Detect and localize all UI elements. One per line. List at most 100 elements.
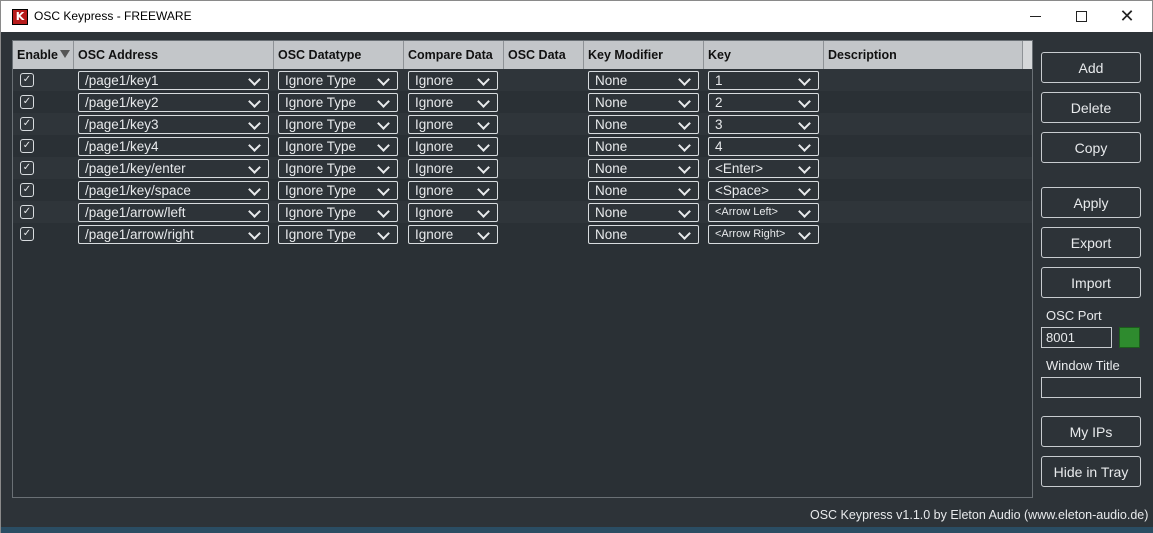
osc-address-dropdown[interactable]: /page1/key/enter xyxy=(78,159,269,178)
enable-checkbox[interactable]: ✓ xyxy=(20,117,34,131)
table-row[interactable]: ✓ /page1/key1 Ignore Type Ignore None 1 xyxy=(13,69,1032,91)
table-row[interactable]: ✓ /page1/arrow/right Ignore Type Ignore None… xyxy=(13,223,1032,245)
window-title-input[interactable] xyxy=(1041,377,1141,398)
enable-checkbox[interactable]: ✓ xyxy=(20,139,34,153)
title-bar[interactable]: K OSC Keypress - FREEWARE ✕ xyxy=(1,1,1152,32)
osc-data-cell[interactable] xyxy=(504,135,584,157)
col-header-osc-address[interactable]: OSC Address xyxy=(74,41,274,69)
key-dropdown[interactable]: <Arrow Left> xyxy=(708,203,819,222)
delete-button[interactable]: Delete xyxy=(1041,92,1141,123)
table-row[interactable]: ✓ /page1/key/enter Ignore Type Ignore None <E… xyxy=(13,157,1032,179)
key-dropdown[interactable]: <Enter> xyxy=(708,159,819,178)
osc-datatype-dropdown[interactable]: Ignore Type xyxy=(278,71,398,90)
key-dropdown[interactable]: 2 xyxy=(708,93,819,112)
copy-button[interactable]: Copy xyxy=(1041,132,1141,163)
key-modifier-dropdown[interactable]: None xyxy=(588,203,699,222)
osc-data-cell[interactable] xyxy=(504,201,584,223)
key-modifier-dropdown[interactable]: None xyxy=(588,71,699,90)
enable-checkbox[interactable]: ✓ xyxy=(20,73,34,87)
osc-address-cell: /page1/key2 xyxy=(74,91,274,113)
osc-data-cell[interactable] xyxy=(504,91,584,113)
osc-address-dropdown-value: /page1/arrow/left xyxy=(85,205,186,220)
key-modifier-dropdown[interactable]: None xyxy=(588,159,699,178)
key-dropdown[interactable]: <Space> xyxy=(708,181,819,200)
description-cell[interactable] xyxy=(824,135,1024,157)
close-button[interactable]: ✕ xyxy=(1104,1,1150,32)
osc-address-dropdown[interactable]: /page1/arrow/right xyxy=(78,225,269,244)
import-button[interactable]: Import xyxy=(1041,267,1141,298)
compare-data-dropdown[interactable]: Ignore xyxy=(408,71,498,90)
enable-checkbox[interactable]: ✓ xyxy=(20,161,34,175)
osc-port-input[interactable]: 8001 xyxy=(1041,327,1112,348)
key-dropdown[interactable]: <Arrow Right> xyxy=(708,225,819,244)
osc-data-cell[interactable] xyxy=(504,69,584,91)
table-row[interactable]: ✓ /page1/key4 Ignore Type Ignore None 4 xyxy=(13,135,1032,157)
description-cell[interactable] xyxy=(824,201,1024,223)
compare-data-dropdown[interactable]: Ignore xyxy=(408,137,498,156)
enable-checkbox[interactable]: ✓ xyxy=(20,227,34,241)
apply-button[interactable]: Apply xyxy=(1041,187,1141,218)
compare-data-dropdown[interactable]: Ignore xyxy=(408,93,498,112)
table-row[interactable]: ✓ /page1/key/space Ignore Type Ignore None <S… xyxy=(13,179,1032,201)
key-modifier-dropdown[interactable]: None xyxy=(588,137,699,156)
my-ips-button[interactable]: My IPs xyxy=(1041,416,1141,447)
hide-in-tray-button[interactable]: Hide in Tray xyxy=(1041,456,1141,487)
key-dropdown[interactable]: 1 xyxy=(708,71,819,90)
col-header-osc-datatype[interactable]: OSC Datatype xyxy=(274,41,404,69)
col-header-enable[interactable]: Enable xyxy=(13,41,74,69)
osc-address-dropdown[interactable]: /page1/key3 xyxy=(78,115,269,134)
key-modifier-dropdown[interactable]: None xyxy=(588,225,699,244)
key-modifier-dropdown[interactable]: None xyxy=(588,93,699,112)
osc-data-cell[interactable] xyxy=(504,179,584,201)
osc-datatype-dropdown[interactable]: Ignore Type xyxy=(278,181,398,200)
description-cell[interactable] xyxy=(824,113,1024,135)
osc-address-dropdown[interactable]: /page1/arrow/left xyxy=(78,203,269,222)
scrollbar-corner[interactable] xyxy=(1022,41,1032,69)
table-header: Enable OSC Address OSC Datatype Compare … xyxy=(13,41,1032,69)
description-cell[interactable] xyxy=(824,179,1024,201)
osc-datatype-dropdown[interactable]: Ignore Type xyxy=(278,159,398,178)
compare-data-dropdown[interactable]: Ignore xyxy=(408,203,498,222)
export-button[interactable]: Export xyxy=(1041,227,1141,258)
osc-data-cell[interactable] xyxy=(504,157,584,179)
col-header-key[interactable]: Key xyxy=(704,41,824,69)
osc-datatype-cell: Ignore Type xyxy=(274,113,404,135)
osc-address-dropdown[interactable]: /page1/key/space xyxy=(78,181,269,200)
description-cell[interactable] xyxy=(824,223,1024,245)
osc-address-dropdown[interactable]: /page1/key2 xyxy=(78,93,269,112)
osc-datatype-dropdown[interactable]: Ignore Type xyxy=(278,115,398,134)
key-modifier-dropdown[interactable]: None xyxy=(588,181,699,200)
enable-checkbox[interactable]: ✓ xyxy=(20,95,34,109)
minimize-button[interactable] xyxy=(1012,1,1058,32)
description-cell[interactable] xyxy=(824,91,1024,113)
description-cell[interactable] xyxy=(824,157,1024,179)
table-row[interactable]: ✓ /page1/key3 Ignore Type Ignore None 3 xyxy=(13,113,1032,135)
compare-data-dropdown[interactable]: Ignore xyxy=(408,225,498,244)
col-header-key-modifier[interactable]: Key Modifier xyxy=(584,41,704,69)
osc-datatype-dropdown[interactable]: Ignore Type xyxy=(278,93,398,112)
key-dropdown[interactable]: 3 xyxy=(708,115,819,134)
col-header-compare-data[interactable]: Compare Data xyxy=(404,41,504,69)
enable-checkbox[interactable]: ✓ xyxy=(20,183,34,197)
description-cell[interactable] xyxy=(824,69,1024,91)
table-row[interactable]: ✓ /page1/arrow/left Ignore Type Ignore None <… xyxy=(13,201,1032,223)
enable-checkbox[interactable]: ✓ xyxy=(20,205,34,219)
col-header-description[interactable]: Description xyxy=(824,41,1024,69)
compare-data-dropdown[interactable]: Ignore xyxy=(408,159,498,178)
osc-datatype-dropdown[interactable]: Ignore Type xyxy=(278,137,398,156)
osc-datatype-dropdown[interactable]: Ignore Type xyxy=(278,203,398,222)
maximize-button[interactable] xyxy=(1058,1,1104,32)
col-header-osc-data[interactable]: OSC Data xyxy=(504,41,584,69)
key-dropdown[interactable]: 4 xyxy=(708,137,819,156)
osc-data-cell[interactable] xyxy=(504,113,584,135)
osc-datatype-dropdown[interactable]: Ignore Type xyxy=(278,225,398,244)
osc-data-cell[interactable] xyxy=(504,223,584,245)
key-modifier-dropdown[interactable]: None xyxy=(588,115,699,134)
add-button[interactable]: Add xyxy=(1041,52,1141,83)
chevron-down-icon xyxy=(477,95,490,108)
osc-address-dropdown[interactable]: /page1/key1 xyxy=(78,71,269,90)
table-row[interactable]: ✓ /page1/key2 Ignore Type Ignore None 2 xyxy=(13,91,1032,113)
compare-data-dropdown[interactable]: Ignore xyxy=(408,181,498,200)
osc-address-dropdown[interactable]: /page1/key4 xyxy=(78,137,269,156)
compare-data-dropdown[interactable]: Ignore xyxy=(408,115,498,134)
